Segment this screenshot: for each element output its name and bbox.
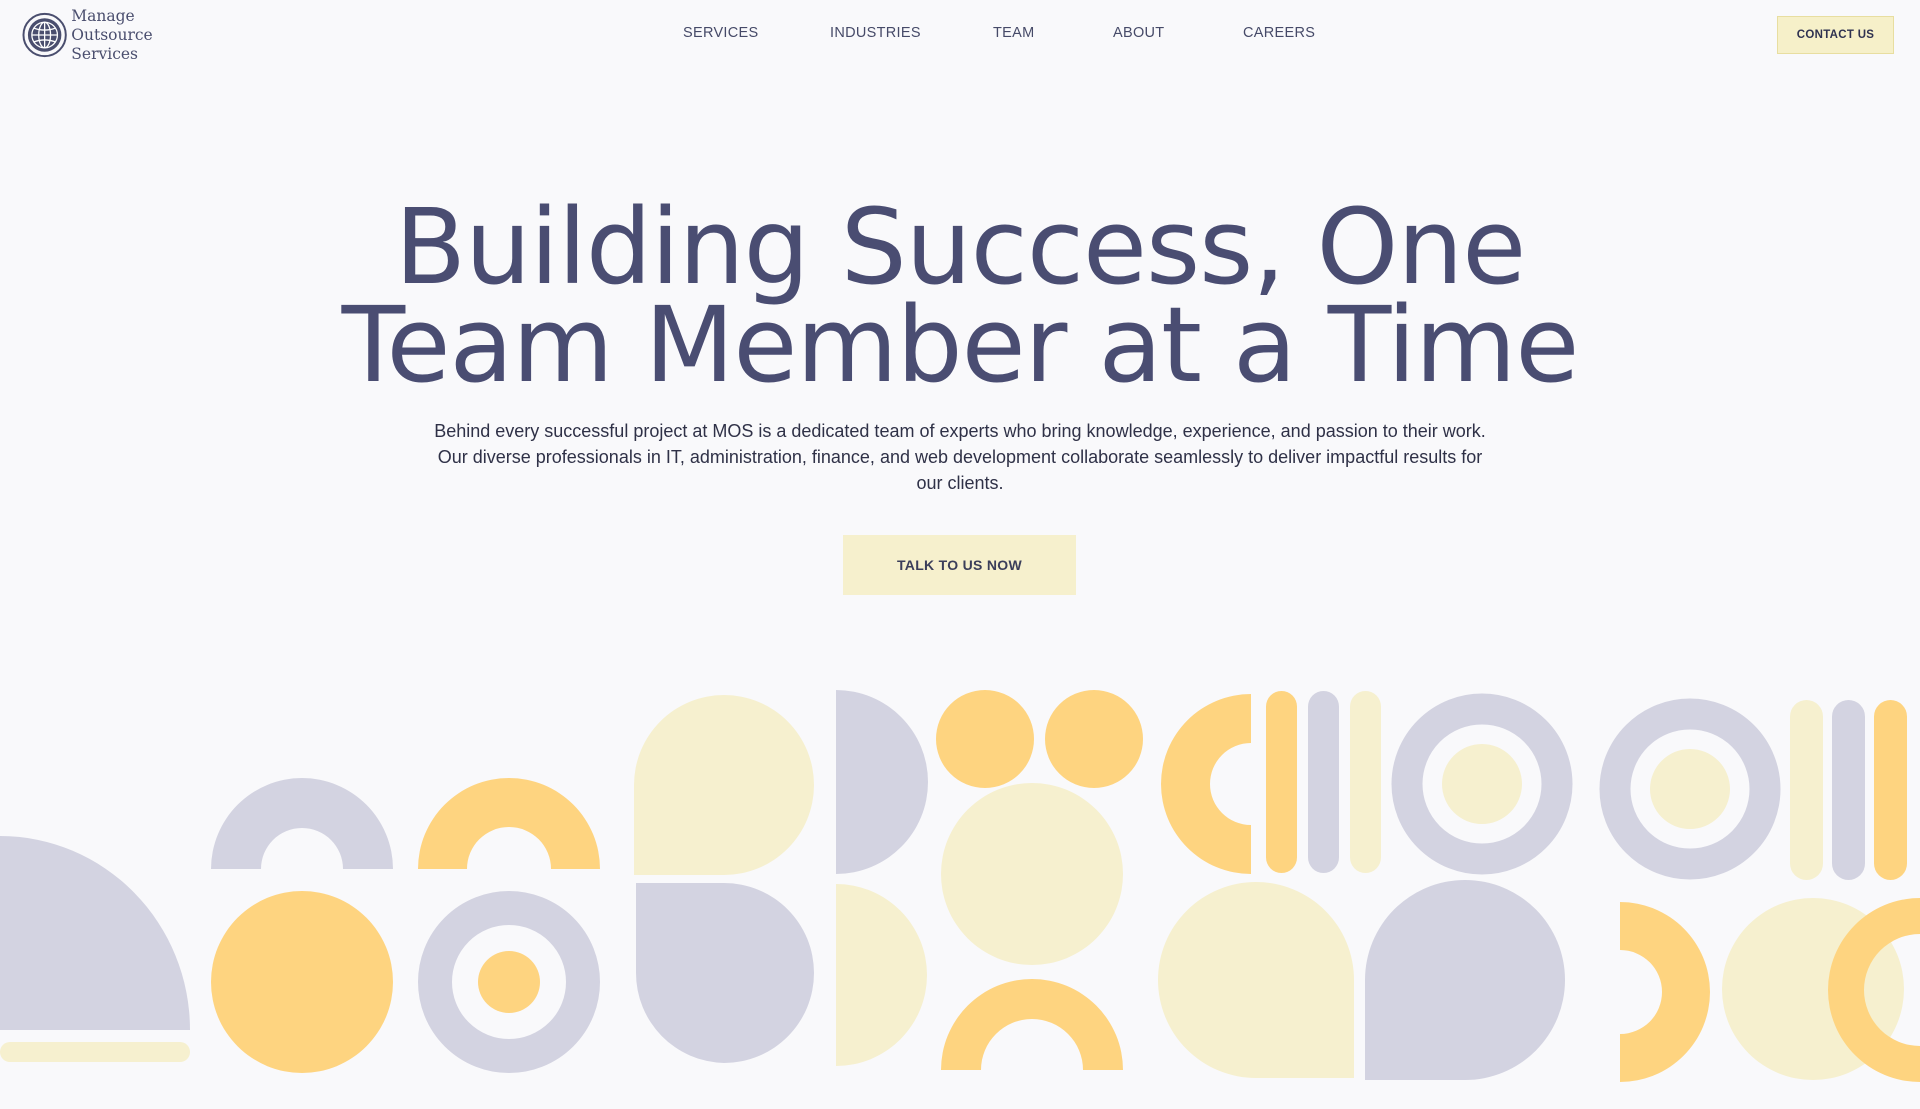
yellow-circle-shape: [1045, 690, 1143, 788]
pale-dot-shape: [1442, 744, 1522, 824]
decorative-shapes: [0, 690, 1920, 1082]
pale-drop-shape: [634, 695, 814, 875]
pale-pill-shape: [1790, 700, 1823, 880]
pale-pill-shape: [1350, 691, 1381, 873]
hero-title: Building Success, One Team Member at a T…: [0, 186, 1920, 406]
hero-subtitle: Behind every successful project at MOS i…: [400, 418, 1520, 496]
yellow-c-shape: [1161, 694, 1251, 874]
yellow-c-shape: [1620, 902, 1710, 1082]
yellow-pill-shape: [1266, 691, 1297, 873]
nav-services[interactable]: SERVICES: [683, 25, 758, 41]
nav-about[interactable]: ABOUT: [1113, 25, 1164, 41]
contact-us-button[interactable]: CONTACT US: [1777, 16, 1894, 54]
lavender-drop-shape: [1365, 880, 1565, 1080]
hero-subtitle-line1: Behind every successful project at MOS i…: [434, 421, 1486, 441]
yellow-dot-shape: [478, 951, 540, 1013]
lavender-arch-shape: [211, 778, 393, 869]
site-header: Manage Outsource Services SERVICES INDUS…: [0, 0, 1920, 70]
pale-circle-shape: [941, 783, 1123, 965]
nav-team[interactable]: TEAM: [993, 25, 1034, 41]
hero-title-line2: Team Member at a Time: [341, 284, 1580, 406]
lavender-drop-shape: [636, 883, 814, 1063]
yellow-arch-shape: [941, 979, 1123, 1070]
yellow-circle-shape: [936, 690, 1034, 788]
pale-dot-shape: [1650, 749, 1730, 829]
lavender-pill-shape: [1832, 700, 1865, 880]
nav-careers[interactable]: CAREERS: [1243, 25, 1315, 41]
hero-subtitle-line2: Our diverse professionals in IT, adminis…: [437, 447, 1483, 467]
brand-name-line1: Manage: [71, 6, 135, 25]
lavender-pill-shape: [1308, 691, 1339, 873]
pale-bar-shape: [0, 1042, 190, 1062]
lavender-quarter-shape: [0, 836, 190, 1030]
pale-drop-shape: [1158, 882, 1354, 1078]
pale-half-circle-shape: [836, 884, 927, 1066]
main-nav: SERVICES INDUSTRIES TEAM ABOUT CAREERS: [0, 25, 1920, 45]
talk-to-us-button[interactable]: TALK TO US NOW: [843, 535, 1076, 595]
yellow-circle-shape: [211, 891, 393, 1073]
yellow-pill-shape: [1874, 700, 1907, 880]
hero-title-line1: Building Success, One: [394, 186, 1526, 308]
yellow-arch-shape: [418, 778, 600, 869]
nav-industries[interactable]: INDUSTRIES: [830, 25, 921, 41]
lavender-half-circle-shape: [836, 690, 928, 874]
hero-subtitle-line3: our clients.: [916, 473, 1004, 493]
